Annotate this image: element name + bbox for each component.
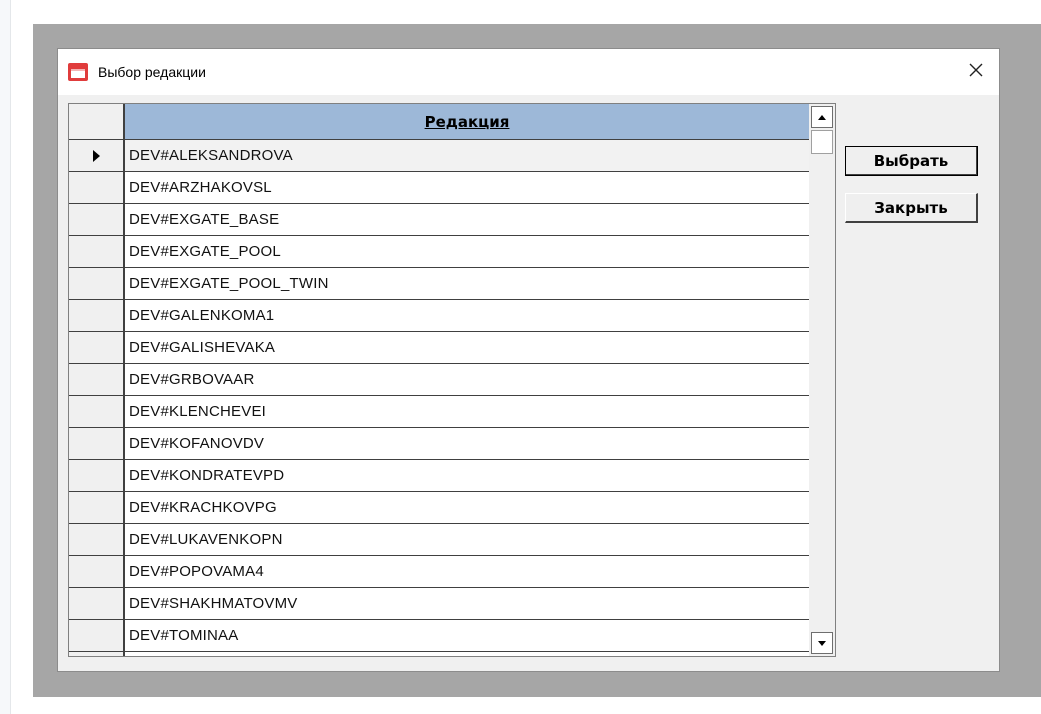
table-row[interactable]: DEV#TOMINAA (125, 620, 809, 652)
column-header-label: Редакция (424, 112, 510, 131)
table-row[interactable]: DEV#KOFANOVDV (125, 428, 809, 460)
scroll-thumb[interactable] (811, 130, 833, 154)
vertical-scrollbar[interactable] (809, 104, 835, 656)
column-header-edition[interactable]: Редакция (125, 104, 809, 140)
row-indicator[interactable] (69, 460, 123, 492)
select-edition-dialog: Выбор редакции Редакция DEV#ALEKSANDROVA… (57, 48, 1000, 672)
app-window-icon (68, 63, 88, 81)
row-indicator[interactable] (69, 492, 123, 524)
row-indicator[interactable] (69, 524, 123, 556)
row-indicator[interactable] (69, 204, 123, 236)
row-indicator[interactable] (69, 428, 123, 460)
table-row[interactable]: DEV#GALENKOMA1 (125, 300, 809, 332)
row-indicator[interactable] (69, 588, 123, 620)
table-row[interactable]: DEV#ALEKSANDROVA (125, 140, 809, 172)
table-row[interactable]: DEV#TOPRBS30858 (125, 652, 809, 656)
scroll-down-button[interactable] (811, 632, 833, 654)
row-indicator[interactable] (69, 172, 123, 204)
dialog-titlebar: Выбор редакции (58, 49, 999, 95)
close-dialog-button[interactable]: Закрыть (845, 193, 978, 223)
close-icon (969, 63, 983, 82)
edition-grid[interactable]: Редакция DEV#ALEKSANDROVA DEV#ARZHAKOVSL D… (68, 103, 836, 657)
table-row[interactable]: DEV#KONDRATEVPD (125, 460, 809, 492)
row-indicator[interactable] (69, 236, 123, 268)
current-row-arrow-icon (92, 149, 100, 162)
scroll-up-icon (818, 114, 826, 120)
indicator-header (69, 104, 123, 140)
table-row[interactable]: DEV#EXGATE_POOL (125, 236, 809, 268)
table-row[interactable]: DEV#SHAKHMATOVMV (125, 588, 809, 620)
table-row[interactable]: DEV#EXGATE_POOL_TWIN (125, 268, 809, 300)
row-indicator[interactable] (69, 300, 123, 332)
row-indicator[interactable] (69, 268, 123, 300)
table-row[interactable]: DEV#KLENCHEVEI (125, 396, 809, 428)
table-row[interactable]: DEV#GALISHEVAKA (125, 332, 809, 364)
row-indicator[interactable] (69, 620, 123, 652)
scroll-up-button[interactable] (811, 106, 833, 128)
row-indicator-column (69, 104, 125, 656)
row-indicator[interactable] (69, 364, 123, 396)
row-indicator[interactable] (69, 652, 123, 656)
table-row[interactable]: DEV#ARZHAKOVSL (125, 172, 809, 204)
row-indicator[interactable] (69, 332, 123, 364)
close-button[interactable] (959, 55, 993, 89)
select-button[interactable]: Выбрать (845, 146, 978, 176)
table-row[interactable]: DEV#LUKAVENKOPN (125, 524, 809, 556)
dialog-title: Выбор редакции (98, 64, 206, 80)
table-row[interactable]: DEV#GRBOVAAR (125, 364, 809, 396)
table-row[interactable]: DEV#POPOVAMA4 (125, 556, 809, 588)
table-row[interactable]: DEV#EXGATE_BASE (125, 204, 809, 236)
row-indicator[interactable] (69, 140, 123, 172)
scroll-down-icon (818, 640, 826, 646)
row-indicator[interactable] (69, 556, 123, 588)
row-indicator[interactable] (69, 396, 123, 428)
table-row[interactable]: DEV#KRACHKOVPG (125, 492, 809, 524)
